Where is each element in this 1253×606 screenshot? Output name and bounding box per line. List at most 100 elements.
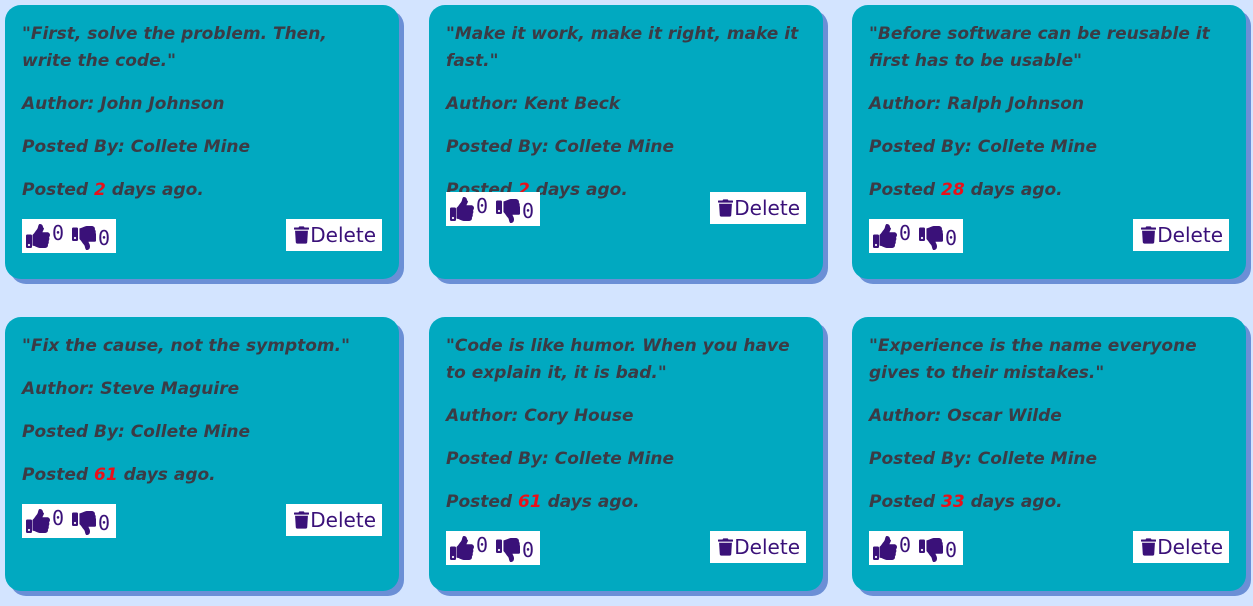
posted-days-line: Posted 28 days ago.: [869, 177, 1229, 204]
posted-by-name: Collete Mine: [554, 137, 675, 157]
dislike-count: 0: [98, 226, 111, 250]
thumbs-up-icon: [26, 509, 50, 533]
dislike-count: 0: [522, 199, 535, 223]
quote-text: "Experience is the name everyone gives t…: [869, 336, 1197, 383]
posted-days-line: Posted 61 days ago.: [22, 462, 382, 489]
vote-box: 0 0: [22, 219, 117, 253]
trash-icon: [1141, 226, 1157, 244]
posted-by-line: Posted By: Collete Mine: [869, 446, 1229, 473]
author-line: Author: Kent Beck: [446, 91, 806, 118]
like-count: 0: [899, 221, 912, 245]
dislike-button[interactable]: 0: [496, 197, 535, 223]
delete-label: Delete: [1157, 223, 1223, 247]
delete-label: Delete: [310, 223, 376, 247]
author-label: Author:: [446, 406, 525, 426]
thumbs-down-icon: [72, 226, 97, 250]
days-count: 2: [94, 180, 106, 200]
author-label: Author:: [869, 406, 948, 426]
thumbs-down-icon: [496, 199, 521, 223]
posted-by-label: Posted By:: [446, 449, 555, 469]
days-suffix: days ago.: [105, 180, 204, 200]
dislike-count: 0: [945, 226, 958, 250]
days-count: 61: [94, 465, 118, 485]
vote-box: 0 0: [869, 531, 964, 565]
posted-by-label: Posted By:: [446, 137, 555, 157]
posted-by-line: Posted By: Collete Mine: [869, 134, 1229, 161]
posted-by-name: Collete Mine: [977, 449, 1098, 469]
card-actions: 0 0 Delete: [22, 504, 382, 538]
delete-button[interactable]: Delete: [286, 219, 382, 251]
card-actions: 0 0 Delete: [446, 531, 806, 565]
posted-label: Posted: [869, 492, 942, 512]
like-button[interactable]: 0: [26, 221, 65, 248]
vote-box: 0 0: [869, 219, 964, 253]
quote-grid: "First, solve the problem. Then, write t…: [0, 0, 1253, 606]
dislike-button[interactable]: 0: [919, 224, 958, 250]
vote-box: 0 0: [22, 504, 117, 538]
author-line: Author: Cory House: [446, 403, 806, 430]
days-count: 61: [518, 492, 542, 512]
dislike-button[interactable]: 0: [496, 536, 535, 562]
posted-by-label: Posted By:: [869, 449, 978, 469]
posted-by-line: Posted By: Collete Mine: [446, 446, 806, 473]
days-count: 33: [941, 492, 965, 512]
author-label: Author:: [22, 94, 101, 114]
author-name: Cory House: [524, 406, 634, 426]
author-line: Author: Ralph Johnson: [869, 91, 1229, 118]
delete-button[interactable]: Delete: [710, 192, 806, 224]
dislike-button[interactable]: 0: [72, 509, 111, 535]
posted-by-name: Collete Mine: [130, 137, 251, 157]
like-button[interactable]: 0: [450, 533, 489, 560]
like-count: 0: [476, 533, 489, 557]
delete-button[interactable]: Delete: [1133, 531, 1229, 563]
like-button[interactable]: 0: [26, 506, 64, 533]
days-suffix: days ago.: [541, 492, 640, 512]
author-line: Author: Steve Maguire: [22, 376, 382, 403]
quote-text: "Code is like humor. When you have to ex…: [446, 336, 790, 383]
posted-by-name: Collete Mine: [554, 449, 675, 469]
vote-box: 0 0: [446, 531, 541, 565]
author-label: Author:: [869, 94, 948, 114]
posted-days-line: Posted 2 days ago.: [22, 177, 382, 204]
delete-button[interactable]: Delete: [1133, 219, 1229, 251]
delete-button[interactable]: Delete: [710, 531, 806, 563]
delete-label: Delete: [1157, 535, 1223, 559]
thumbs-up-icon: [26, 224, 50, 248]
posted-days-line: Posted 61 days ago.: [446, 489, 806, 516]
vote-box: 0 0: [446, 192, 541, 226]
quote-card: "Experience is the name everyone gives t…: [852, 317, 1246, 591]
posted-label: Posted: [22, 180, 95, 200]
dislike-count: 0: [98, 511, 111, 535]
posted-label: Posted: [446, 492, 519, 512]
author-name: Oscar Wilde: [947, 406, 1062, 426]
thumbs-down-icon: [72, 511, 97, 535]
thumbs-down-icon: [919, 226, 944, 250]
dislike-count: 0: [522, 538, 535, 562]
trash-icon: [294, 226, 310, 244]
quote-card: "Fix the cause, not the symptom." Author…: [5, 317, 399, 591]
dislike-button[interactable]: 0: [72, 224, 111, 250]
card-actions: 0 0 Delete: [22, 219, 382, 253]
posted-by-label: Posted By:: [869, 137, 978, 157]
trash-icon: [294, 511, 310, 529]
card-actions: 0 0 Delete: [869, 219, 1229, 253]
dislike-count: 0: [945, 538, 958, 562]
author-label: Author:: [446, 94, 525, 114]
quote-card: "Make it work, make it right, make it fa…: [429, 5, 823, 279]
like-count: 0: [899, 533, 912, 557]
days-count: 28: [941, 180, 965, 200]
like-button[interactable]: 0: [873, 221, 912, 248]
dislike-button[interactable]: 0: [919, 536, 958, 562]
delete-label: Delete: [310, 508, 376, 532]
quote-text: "Before software can be reusable it firs…: [869, 24, 1210, 71]
like-count: 0: [52, 221, 65, 245]
quote-text: "First, solve the problem. Then, write t…: [22, 24, 327, 71]
delete-button[interactable]: Delete: [286, 504, 382, 536]
card-actions: 0 0 Delete: [446, 192, 806, 226]
thumbs-up-icon: [873, 224, 897, 248]
thumbs-up-icon: [450, 197, 474, 221]
like-button[interactable]: 0: [450, 194, 489, 221]
posted-days-line: Posted 33 days ago.: [869, 489, 1229, 516]
like-button[interactable]: 0: [873, 533, 912, 560]
like-count: 0: [476, 194, 489, 218]
